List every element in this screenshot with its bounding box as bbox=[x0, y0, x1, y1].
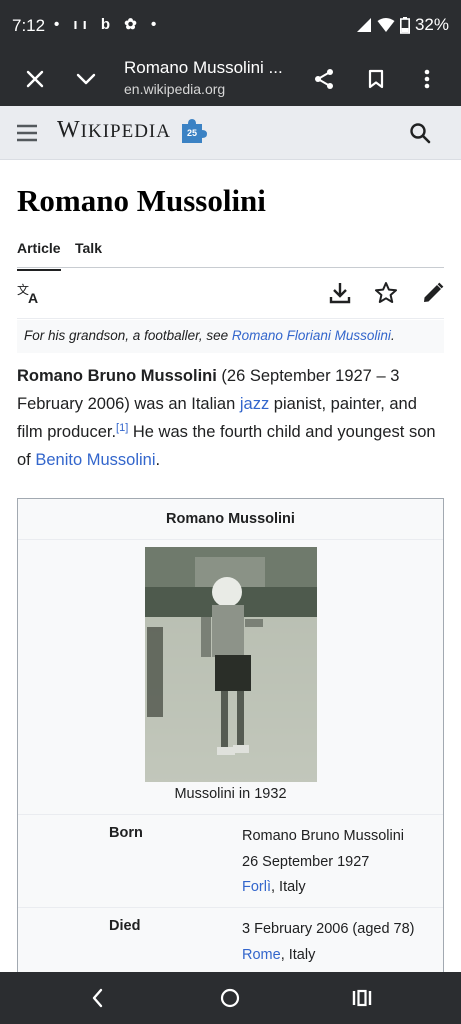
tab-article[interactable]: Article bbox=[17, 240, 61, 271]
intro-paragraph: Romano Bruno Mussolini (26 September 192… bbox=[17, 362, 447, 474]
hamburger-menu-icon[interactable] bbox=[16, 123, 38, 143]
status-indicators: 32% bbox=[356, 15, 449, 35]
infobox: Romano Mussolini Mussolini in 1932 Born … bbox=[17, 498, 444, 976]
hatnote: For his grandson, a footballer, see Roma… bbox=[17, 320, 444, 353]
close-tab-button[interactable] bbox=[20, 64, 50, 94]
divider bbox=[17, 318, 444, 319]
link-benito-mussolini[interactable]: Benito Mussolini bbox=[35, 451, 155, 469]
tab-url: en.wikipedia.org bbox=[124, 81, 226, 97]
bookmark-button[interactable] bbox=[361, 64, 391, 94]
page-tabs: Article Talk bbox=[17, 237, 444, 271]
page-title: Romano Mussolini bbox=[17, 183, 266, 218]
wordmark-initial: W bbox=[57, 117, 81, 143]
recent-apps-icon[interactable] bbox=[350, 986, 374, 1010]
hatnote-text: For his grandson, a footballer, see bbox=[24, 328, 232, 343]
subject-name: Romano Bruno Mussolini bbox=[17, 367, 217, 385]
search-icon[interactable] bbox=[408, 121, 432, 145]
system-navigation-bar bbox=[0, 972, 461, 1024]
battery-icon bbox=[399, 16, 410, 34]
back-icon[interactable] bbox=[86, 986, 110, 1010]
bookmark-icon bbox=[368, 69, 384, 89]
died-place-country: , Italy bbox=[280, 946, 316, 963]
status-time: 7:12 bbox=[12, 16, 46, 35]
language-icon[interactable]: 文 A bbox=[17, 281, 41, 305]
died-values: 3 February 2006 (aged 78) Rome, Italy bbox=[242, 917, 415, 968]
link-forli[interactable]: Forlì bbox=[242, 879, 271, 895]
puzzle-badge-text: 25 bbox=[187, 128, 197, 138]
page-actions: 文 A bbox=[17, 281, 444, 307]
born-values: Romano Bruno Mussolini 26 September 1927… bbox=[242, 824, 404, 901]
star-icon[interactable] bbox=[374, 281, 398, 305]
minimize-tab-button[interactable] bbox=[71, 64, 101, 94]
born-place-country: , Italy bbox=[271, 879, 306, 895]
tab-talk[interactable]: Talk bbox=[75, 240, 102, 256]
intro-text-4: . bbox=[155, 451, 161, 469]
link-jazz[interactable]: jazz bbox=[240, 395, 269, 413]
share-button[interactable] bbox=[309, 64, 339, 94]
wifi-icon bbox=[377, 18, 395, 32]
battery-percent: 32% bbox=[414, 15, 449, 34]
anniversary-puzzle-icon: 25 bbox=[182, 119, 207, 143]
hatnote-end: . bbox=[390, 328, 395, 343]
died-label: Died bbox=[109, 918, 141, 934]
edit-pencil-icon[interactable] bbox=[421, 281, 445, 305]
born-name: Romano Bruno Mussolini bbox=[242, 828, 404, 844]
infobox-row-born: Born Romano Bruno Mussolini 26 September… bbox=[18, 816, 443, 908]
died-date: 3 February 2006 (aged 78) bbox=[242, 921, 415, 937]
chevron-down-icon bbox=[76, 73, 96, 85]
infobox-row-died: Died 3 February 2006 (aged 78) Rome, Ita… bbox=[18, 909, 443, 975]
notification-icons: • ıı b ✿ • bbox=[54, 16, 162, 33]
share-icon bbox=[315, 69, 333, 89]
died-place: Rome, Italy bbox=[242, 943, 415, 969]
more-vertical-icon bbox=[424, 69, 430, 89]
download-icon[interactable] bbox=[328, 281, 352, 305]
reference-link[interactable]: [1] bbox=[116, 422, 128, 434]
infobox-title: Romano Mussolini bbox=[18, 499, 443, 540]
born-label: Born bbox=[109, 825, 143, 841]
image-caption: Mussolini in 1932 bbox=[174, 786, 287, 802]
wikipedia-wordmark[interactable]: WIKIPEDIA bbox=[57, 117, 171, 144]
portrait-photo[interactable] bbox=[145, 547, 317, 782]
wikipedia-header: WIKIPEDIA bbox=[0, 106, 461, 160]
close-icon bbox=[26, 70, 44, 88]
home-icon[interactable] bbox=[218, 986, 242, 1010]
born-date: 26 September 1927 bbox=[242, 853, 370, 870]
infobox-image-cell: Mussolini in 1932 bbox=[18, 541, 443, 815]
born-place: Forlì, Italy bbox=[242, 875, 404, 901]
wordmark-rest: IKIPEDIA bbox=[80, 121, 171, 142]
svg-text:A: A bbox=[28, 290, 38, 305]
tab-page-title: Romano Mussolini ... bbox=[124, 58, 283, 77]
status-bar: 7:12 • ıı b ✿ • 32% bbox=[0, 0, 461, 52]
link-rome[interactable]: Rome bbox=[242, 947, 281, 963]
custom-tab-toolbar: Romano Mussolini ... en.wikipedia.org bbox=[0, 52, 461, 106]
cell-signal-icon bbox=[356, 18, 371, 32]
hatnote-link[interactable]: Romano Floriani Mussolini bbox=[232, 328, 391, 343]
more-options-button[interactable] bbox=[412, 64, 442, 94]
